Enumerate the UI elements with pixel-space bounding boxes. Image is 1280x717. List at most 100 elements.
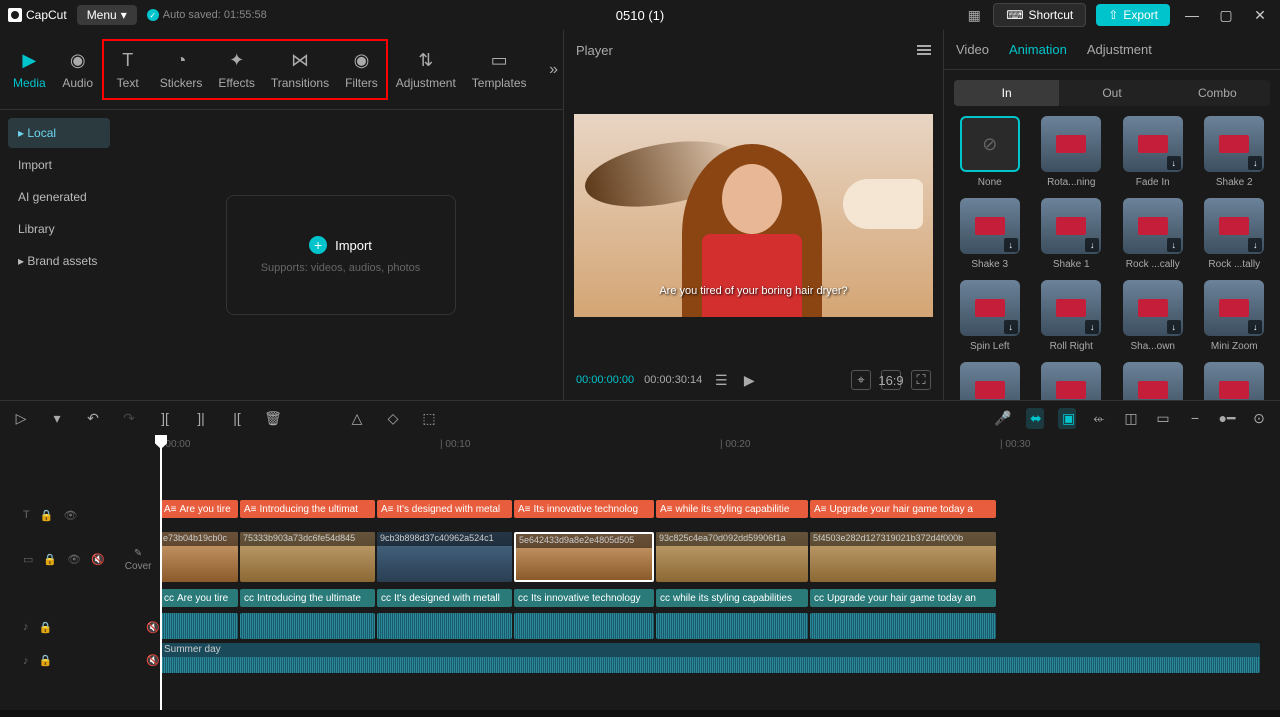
mic-icon[interactable]: 🎤 [994,410,1012,427]
lock-icon[interactable]: 🔒 [40,509,54,522]
mute-icon[interactable]: 🔇 [91,553,105,566]
split-icon[interactable]: ][ [156,410,174,426]
animation-item[interactable]: ↓Sha...own [1117,280,1189,352]
delete-icon[interactable]: 🗑 [264,410,282,427]
export-button[interactable]: ⇧ Export [1096,4,1170,26]
video-clip[interactable]: 5e642433d9a8e2e4805d505 [514,532,654,582]
split-right-icon[interactable]: |[ [228,410,246,426]
text-clip[interactable]: A≡ Introducing the ultimat [240,500,375,518]
more-tabs-icon[interactable]: » [549,61,558,79]
crop-icon[interactable]: ⬚ [420,410,438,427]
sidebar-brand[interactable]: ▸ Brand assets [8,246,110,276]
animation-item[interactable]: ↓Mini Zoom [1199,280,1271,352]
tab-adjustment[interactable]: ⇅ Adjustment [388,41,464,98]
text-clip[interactable]: A≡ Upgrade your hair game today a [810,500,996,518]
prop-tab-video[interactable]: Video [956,34,989,65]
link-icon[interactable]: ⬰ [1090,410,1108,427]
caption-clip[interactable]: cc Introducing the ultimate [240,589,375,607]
player-menu-icon[interactable] [917,45,931,55]
audio-clip[interactable] [240,613,375,639]
caption-clip[interactable]: cc Are you tire [160,589,238,607]
audio-clip[interactable] [656,613,808,639]
tab-audio[interactable]: ◉ Audio [54,41,102,98]
subtab-out[interactable]: Out [1059,80,1164,106]
animation-item[interactable]: ↓Fade In [1117,116,1189,188]
caption-clip[interactable]: cc Its innovative technology [514,589,654,607]
zoom-out-icon[interactable]: − [1186,410,1204,426]
video-clip[interactable]: 9cb3b898d37c40962a524c1 [377,532,512,582]
close-button[interactable]: ✕ [1248,3,1272,27]
lock-icon[interactable]: 🔒 [39,654,53,667]
caption-clip[interactable]: cc Upgrade your hair game today an [810,589,996,607]
animation-item[interactable]: ↓Shake 3 [954,198,1026,270]
animation-item[interactable] [1117,362,1189,400]
animation-item[interactable]: ↓Shake 1 [1036,198,1108,270]
tab-text[interactable]: T Text [104,41,152,98]
mute-icon[interactable]: 🔇 [146,654,160,667]
tab-templates[interactable]: ▭ Templates [464,41,535,98]
sidebar-local[interactable]: ▸ Local [8,118,110,148]
layout-icon[interactable]: ▦ [965,7,983,24]
sidebar-import[interactable]: Import [8,150,110,180]
text-clip[interactable]: A≡ Its innovative technolog [514,500,654,518]
tab-transitions[interactable]: ⋈ Transitions [263,41,337,98]
audio-clip[interactable] [514,613,654,639]
animation-item[interactable]: Rota...ning [1036,116,1108,188]
split-left-icon[interactable]: ]| [192,410,210,426]
animation-item[interactable]: ↓Shake 2 [1199,116,1271,188]
eye-icon[interactable]: 👁 [63,509,77,522]
snap-icon[interactable]: ▣ [1058,408,1076,429]
playhead[interactable] [160,435,162,710]
tab-filters[interactable]: ◉ Filters [337,41,386,98]
caption-clip[interactable]: cc while its styling capabilities [656,589,808,607]
align-icon[interactable]: ◫ [1122,410,1140,427]
menu-button[interactable]: Menu ▾ [77,5,137,25]
shortcut-button[interactable]: ⌨ Shortcut [993,3,1086,27]
maximize-button[interactable]: ▢ [1214,3,1238,27]
animation-item[interactable]: ⊘None [954,116,1026,188]
audio-clip[interactable] [810,613,996,639]
music-clip[interactable]: Summer day [160,643,1260,673]
video-clip[interactable]: 75333b903a73dc6fe54d845 [240,532,375,582]
list-icon[interactable]: ☰ [712,372,730,389]
play-button[interactable]: ▶ [740,372,758,389]
timeline[interactable]: | 00:00| 00:10| 00:20| 00:30 T 🔒 👁 A≡ Ar… [0,435,1280,710]
animation-item[interactable] [1199,362,1271,400]
subtab-in[interactable]: In [954,80,1059,106]
timeline-ruler[interactable]: | 00:00| 00:10| 00:20| 00:30 [0,435,1280,460]
subtab-combo[interactable]: Combo [1165,80,1270,106]
animation-item[interactable] [1036,362,1108,400]
fullscreen-icon[interactable]: ⛶ [911,370,931,390]
minimize-button[interactable]: — [1180,3,1204,27]
text-clip[interactable]: A≡ It's designed with metal [377,500,512,518]
caption-clip[interactable]: cc It's designed with metall [377,589,512,607]
cursor-tool[interactable]: ▷ [12,410,30,427]
audio-clip[interactable] [377,613,512,639]
text-clip[interactable]: A≡ while its styling capabilitie [656,500,808,518]
ratio-button[interactable]: 16:9 [881,370,901,390]
focus-icon[interactable]: ⌖ [851,370,871,390]
zoom-slider[interactable]: ●━ [1218,410,1236,427]
animation-item[interactable] [954,362,1026,400]
prop-tab-adjustment[interactable]: Adjustment [1087,34,1152,65]
preview-icon[interactable]: ▭ [1154,410,1172,427]
animation-item[interactable]: ↓Roll Right [1036,280,1108,352]
animation-item[interactable]: ↓Spin Left [954,280,1026,352]
animation-item[interactable]: ↓Rock ...tally [1199,198,1271,270]
lock-icon[interactable]: 🔒 [39,621,53,634]
prop-tab-animation[interactable]: Animation [1009,34,1067,65]
player-viewport[interactable]: Are you tired of your boring hair dryer? [564,70,943,360]
tab-effects[interactable]: ✦ Effects [210,41,262,98]
import-dropzone[interactable]: + Import Supports: videos, audios, photo… [226,195,456,315]
video-clip[interactable]: 93c825c4ea70d092dd59906f1a [656,532,808,582]
redo-icon[interactable]: ↷ [120,410,138,427]
sidebar-ai[interactable]: AI generated [8,182,110,212]
magnet-icon[interactable]: ⬌ [1026,408,1044,429]
zoom-fit-icon[interactable]: ⊙ [1250,410,1268,427]
video-clip[interactable]: e73b04b19cb0c [160,532,238,582]
sidebar-library[interactable]: Library [8,214,110,244]
import-button[interactable]: + Import [309,236,372,254]
tab-media[interactable]: ▶ Media [5,41,54,98]
audio-clip[interactable] [160,613,238,639]
eye-icon[interactable]: 👁 [67,553,81,566]
